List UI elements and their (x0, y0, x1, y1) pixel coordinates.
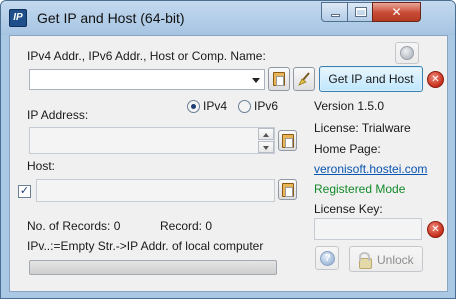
license-key-field[interactable] (314, 218, 422, 240)
records-count: No. of Records: 0 (27, 219, 121, 233)
maximize-icon (356, 8, 366, 16)
host-label: Host: (27, 159, 56, 173)
minimize-button[interactable] (321, 2, 348, 22)
clipboard-icon (282, 134, 294, 148)
help-icon: ? (320, 251, 335, 266)
ip-scroll-up-button[interactable] (258, 128, 274, 140)
paste-button[interactable] (268, 67, 290, 91)
unlock-button[interactable]: Unlock (349, 246, 423, 272)
broom-icon (298, 72, 310, 86)
home-page-link[interactable]: veronisoft.hostei.com (314, 162, 427, 176)
close-icon: ✕ (391, 5, 402, 19)
license-text: License: Trialware (314, 121, 411, 135)
clear-button[interactable] (293, 67, 315, 91)
host-field[interactable] (36, 179, 275, 202)
window-title: Get IP and Host (64-bit) (37, 10, 185, 26)
maximize-button[interactable] (347, 2, 373, 22)
license-key-label: License Key: (314, 202, 383, 216)
lock-icon (359, 252, 372, 269)
minimize-icon (331, 14, 340, 17)
home-page-label: Home Page: (314, 142, 381, 156)
hint-text: IPv..:=Empty Str.->IP Addr. of local com… (27, 239, 264, 253)
home-page-button[interactable] (395, 42, 419, 64)
current-record: Record: 0 (160, 219, 213, 233)
close-button[interactable]: ✕ (372, 2, 421, 22)
copy-host-button[interactable] (278, 179, 297, 200)
ip-app-icon[interactable]: IP (9, 9, 27, 27)
app-window: IP Get IP and Host (64-bit) ✕ IPv4 Addr.… (0, 0, 456, 299)
clear-license-key-icon[interactable]: ✕ (427, 221, 444, 238)
registered-mode-text: Registered Mode (314, 182, 406, 196)
ipv6-radio[interactable] (238, 100, 251, 113)
query-label: IPv4 Addr., IPv6 Addr., Host or Comp. Na… (27, 49, 266, 63)
clipboard-icon (273, 72, 285, 86)
help-button[interactable]: ? (315, 246, 339, 270)
cancel-icon[interactable]: ✕ (427, 71, 444, 88)
ipv4-label[interactable]: IPv4 (203, 99, 227, 113)
ipv6-label[interactable]: IPv6 (254, 99, 278, 113)
version-text: Version 1.5.0 (314, 99, 385, 113)
progress-bar (29, 260, 277, 275)
clipboard-icon (282, 183, 294, 197)
unlock-label: Unlock (377, 253, 414, 267)
title-bar[interactable]: IP Get IP and Host (64-bit) ✕ (1, 1, 455, 35)
copy-ip-button[interactable] (278, 130, 297, 151)
ip-scroll-down-button[interactable] (258, 141, 274, 153)
query-combobox[interactable] (29, 69, 265, 90)
arrow-down-icon (263, 146, 269, 150)
chevron-down-icon[interactable] (252, 78, 260, 83)
globe-icon (400, 46, 414, 60)
main-panel: IPv4 Addr., IPv6 Addr., Host or Comp. Na… (9, 35, 448, 292)
host-checkbox[interactable]: ✓ (18, 185, 31, 198)
ipv4-radio[interactable] (187, 100, 200, 113)
get-ip-and-host-label: Get IP and Host (328, 72, 414, 86)
get-ip-and-host-button[interactable]: Get IP and Host (319, 66, 423, 92)
arrow-up-icon (263, 133, 269, 137)
ip-address-field[interactable] (29, 127, 275, 154)
ip-address-label: IP Address: (27, 108, 89, 122)
